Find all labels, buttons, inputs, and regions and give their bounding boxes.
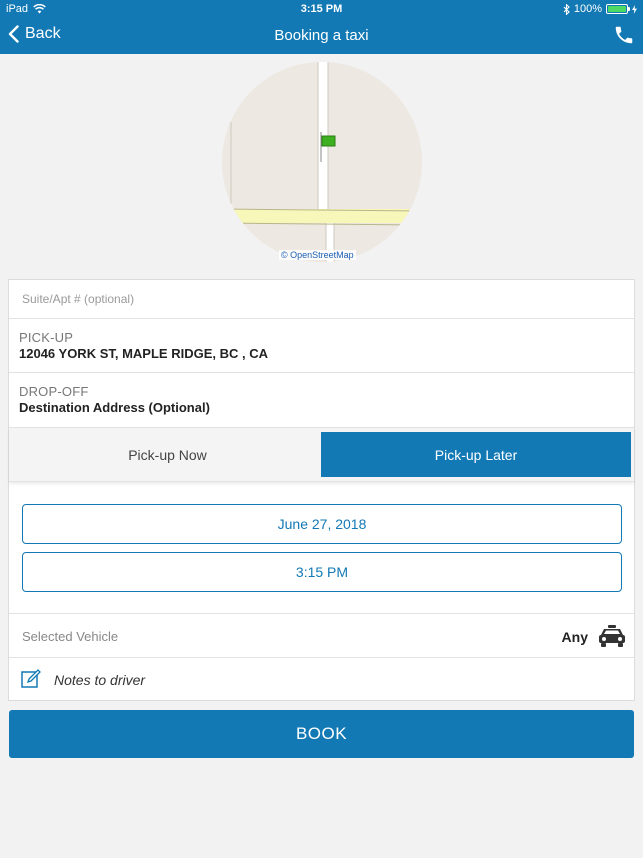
vehicle-label: Selected Vehicle [22,629,119,644]
date-picker-button[interactable]: June 27, 2018 [22,504,622,544]
top-bar: iPad 3:15 PM 100% Back Booking a taxi [0,0,643,54]
map-tiles [222,62,422,262]
dropoff-row[interactable]: DROP-OFF Destination Address (Optional) [9,373,634,428]
bluetooth-icon [563,3,570,15]
dropoff-address: Destination Address (Optional) [19,400,210,415]
pickup-label: PICK-UP [19,330,74,345]
vehicle-row[interactable]: Selected Vehicle Any [9,613,634,658]
vehicle-value: Any [561,629,588,645]
status-time: 3:15 PM [300,3,343,15]
notes-row[interactable]: Notes to driver [9,658,634,701]
pickup-mode-segmented-control: Pick-up Now Pick-up Later [9,428,634,482]
nav-bar: Back Booking a taxi [0,18,643,54]
suite-input[interactable] [9,280,634,318]
pickup-address: 12046 YORK ST, MAPLE RIDGE, BC , CA [19,346,268,361]
booking-form: PICK-UP 12046 YORK ST, MAPLE RIDGE, BC ,… [8,279,635,701]
pickup-row[interactable]: PICK-UP 12046 YORK ST, MAPLE RIDGE, BC ,… [9,319,634,373]
dropoff-label: DROP-OFF [19,384,89,399]
map-circle[interactable] [222,62,422,262]
book-button[interactable]: BOOK [9,710,634,758]
map-preview[interactable]: © OpenStreetMap [222,62,422,262]
notes-label: Notes to driver [54,672,146,688]
battery-icon [606,4,630,14]
battery-percent: 100% [573,3,602,15]
taxi-icon [599,625,625,647]
pickup-now-button[interactable]: Pick-up Now [14,432,321,477]
status-bar: iPad 3:15 PM 100% [0,0,643,18]
map-attribution[interactable]: © OpenStreetMap [279,250,356,260]
phone-icon[interactable] [613,24,635,46]
charging-icon [632,4,637,14]
time-picker-button[interactable]: 3:15 PM [22,552,622,592]
page-title: Booking a taxi [274,27,369,44]
suite-row [9,280,634,319]
edit-note-icon [21,669,41,688]
pickup-later-button[interactable]: Pick-up Later [321,432,631,477]
